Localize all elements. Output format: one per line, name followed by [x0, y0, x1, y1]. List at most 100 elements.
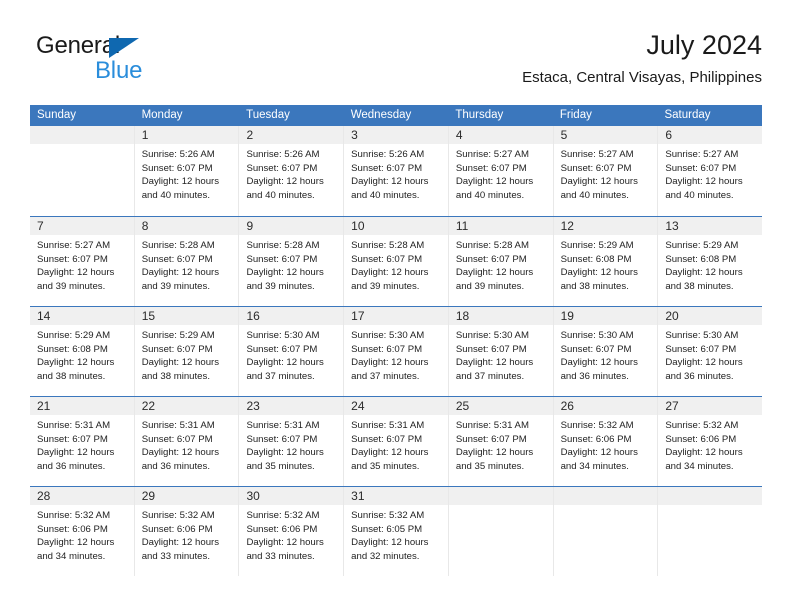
day-cell-30[interactable]: 30 Sunrise: 5:32 AM Sunset: 6:06 PM Dayligh… [238, 487, 344, 576]
day-cell-10[interactable]: 10 Sunrise: 5:28 AM Sunset: 6:07 PM Dayligh… [343, 217, 448, 306]
day-cell-8[interactable]: 8 Sunrise: 5:28 AM Sunset: 6:07 PM Daylight… [133, 217, 239, 306]
day-cell-6[interactable]: 6 Sunrise: 5:27 AM Sunset: 6:07 PM Daylight… [657, 126, 763, 216]
day-info-line: Sunrise: 5:32 AM [351, 510, 425, 521]
day-sun-info: Sunrise: 5:28 AM Sunset: 6:07 PM Daylight:… [135, 235, 239, 293]
day-sun-info: Sunrise: 5:28 AM Sunset: 6:07 PM Daylight:… [239, 235, 343, 293]
day-info-line: Daylight: 12 hours [560, 176, 638, 188]
general-blue-logo[interactable]: General Blue [36, 32, 216, 88]
day-cell-31[interactable]: 31 Sunrise: 5:32 AM Sunset: 6:05 PM Dayligh… [343, 487, 448, 576]
day-cell-20[interactable]: 20 Sunrise: 5:30 AM Sunset: 6:07 PM Dayligh… [657, 307, 763, 396]
day-info-line: Sunset: 6:05 PM [351, 523, 423, 535]
day-info-line: Sunrise: 5:27 AM [455, 149, 529, 160]
day-info-line: Daylight: 12 hours [665, 267, 743, 279]
day-number-band: 12 [553, 217, 658, 235]
day-number-band: 16 [239, 307, 344, 325]
calendar-page: General Blue July 2024 Estaca, Central V… [0, 0, 792, 612]
day-number: 4 [455, 128, 463, 142]
day-sun-info: Sunrise: 5:30 AM Sunset: 6:07 PM Daylight:… [658, 325, 762, 383]
day-cell-17[interactable]: 17 Sunrise: 5:30 AM Sunset: 6:07 PM Dayligh… [343, 307, 448, 396]
day-info-line: Sunset: 6:07 PM [455, 253, 527, 265]
day-cell-27[interactable]: 27 Sunrise: 5:32 AM Sunset: 6:06 PM Dayligh… [657, 397, 763, 486]
day-cell-23[interactable]: 23 Sunrise: 5:31 AM Sunset: 6:07 PM Dayligh… [238, 397, 344, 486]
day-cell-4[interactable]: 4 Sunrise: 5:27 AM Sunset: 6:07 PM Daylight… [447, 126, 553, 216]
day-cell-empty [657, 487, 763, 576]
day-info-line: Daylight: 12 hours [455, 447, 534, 459]
day-cell-26[interactable]: 26 Sunrise: 5:32 AM Sunset: 6:06 PM Dayligh… [552, 397, 658, 486]
day-sun-info: Sunrise: 5:31 AM Sunset: 6:07 PM Daylight:… [449, 415, 553, 473]
day-number: 22 [141, 399, 156, 413]
day-cell-1[interactable]: 1 Sunrise: 5:26 AM Sunset: 6:07 PM Daylight… [133, 126, 239, 216]
day-number-band: 17 [344, 307, 448, 325]
day-cell-2[interactable]: 2 Sunrise: 5:26 AM Sunset: 6:07 PM Daylight… [238, 126, 344, 216]
day-number-band: 2 [239, 126, 344, 144]
day-cell-13[interactable]: 13 Sunrise: 5:29 AM Sunset: 6:08 PM Dayligh… [657, 217, 763, 306]
day-number: 29 [141, 489, 156, 503]
day-info-line: and 39 minutes. [37, 280, 106, 292]
day-info-line: Daylight: 12 hours [246, 267, 324, 279]
day-number-band [30, 126, 134, 144]
page-header: General Blue July 2024 Estaca, Central V… [30, 28, 762, 90]
day-info-line: Sunset: 6:07 PM [351, 253, 423, 265]
day-sun-info: Sunrise: 5:26 AM Sunset: 6:07 PM Daylight:… [135, 144, 239, 202]
day-info-line: Daylight: 12 hours [141, 537, 220, 549]
day-info-line: Sunrise: 5:30 AM [351, 330, 425, 341]
day-sun-info: Sunrise: 5:30 AM Sunset: 6:07 PM Daylight:… [449, 325, 553, 383]
day-number-band [658, 487, 763, 505]
day-cell-15[interactable]: 15 Sunrise: 5:29 AM Sunset: 6:07 PM Dayligh… [133, 307, 239, 396]
day-number-band: 6 [658, 126, 763, 144]
day-cell-5[interactable]: 5 Sunrise: 5:27 AM Sunset: 6:07 PM Daylight… [552, 126, 658, 216]
day-cell-28[interactable]: 28 Sunrise: 5:32 AM Sunset: 6:06 PM Dayligh… [30, 487, 134, 576]
day-number: 6 [665, 128, 672, 142]
day-info-line: Sunrise: 5:26 AM [141, 149, 215, 160]
day-sun-info: Sunrise: 5:31 AM Sunset: 6:07 PM Daylight:… [30, 415, 134, 473]
day-info-line: and 35 minutes. [246, 460, 315, 472]
day-info-line: Sunrise: 5:31 AM [37, 420, 111, 431]
day-info-line: Sunrise: 5:30 AM [455, 330, 529, 341]
day-cell-25[interactable]: 25 Sunrise: 5:31 AM Sunset: 6:07 PM Dayligh… [447, 397, 553, 486]
day-cell-14[interactable]: 14 Sunrise: 5:29 AM Sunset: 6:08 PM Dayligh… [30, 307, 134, 396]
day-info-line: Daylight: 12 hours [351, 176, 429, 188]
day-cell-29[interactable]: 29 Sunrise: 5:32 AM Sunset: 6:06 PM Dayligh… [133, 487, 239, 576]
day-cell-19[interactable]: 19 Sunrise: 5:30 AM Sunset: 6:07 PM Dayligh… [552, 307, 658, 396]
day-info-line: Sunrise: 5:27 AM [37, 240, 111, 251]
day-info-line: and 38 minutes. [665, 280, 734, 292]
day-info-line: Sunset: 6:07 PM [560, 162, 632, 174]
day-cell-3[interactable]: 3 Sunrise: 5:26 AM Sunset: 6:07 PM Daylight… [343, 126, 448, 216]
day-info-line: Sunrise: 5:28 AM [455, 240, 529, 251]
day-number: 17 [351, 309, 365, 323]
day-info-line: Daylight: 12 hours [246, 176, 324, 188]
day-number: 3 [351, 128, 358, 142]
day-info-line: and 36 minutes. [37, 460, 106, 472]
day-cell-21[interactable]: 21 Sunrise: 5:31 AM Sunset: 6:07 PM Dayligh… [30, 397, 134, 486]
day-info-line: and 39 minutes. [141, 280, 210, 292]
day-number: 26 [560, 399, 574, 413]
day-info-line: and 40 minutes. [560, 189, 629, 201]
day-info-line: Daylight: 12 hours [141, 447, 220, 459]
day-info-line: Sunrise: 5:32 AM [560, 420, 634, 431]
day-cell-24[interactable]: 24 Sunrise: 5:31 AM Sunset: 6:07 PM Dayligh… [343, 397, 448, 486]
day-cell-22[interactable]: 22 Sunrise: 5:31 AM Sunset: 6:07 PM Dayligh… [133, 397, 239, 486]
day-info-line: Sunrise: 5:29 AM [141, 330, 215, 341]
day-cell-11[interactable]: 11 Sunrise: 5:28 AM Sunset: 6:07 PM Dayligh… [447, 217, 553, 306]
day-number-band: 22 [134, 397, 239, 415]
day-cell-9[interactable]: 9 Sunrise: 5:28 AM Sunset: 6:07 PM Daylight… [238, 217, 344, 306]
day-cell-16[interactable]: 16 Sunrise: 5:30 AM Sunset: 6:07 PM Dayligh… [238, 307, 344, 396]
day-number-band: 30 [239, 487, 344, 505]
day-number: 30 [246, 489, 260, 503]
day-cell-12[interactable]: 12 Sunrise: 5:29 AM Sunset: 6:08 PM Dayligh… [552, 217, 658, 306]
day-number: 14 [37, 309, 51, 323]
day-cell-7[interactable]: 7 Sunrise: 5:27 AM Sunset: 6:07 PM Daylight… [30, 217, 134, 306]
day-info-line: Daylight: 12 hours [141, 267, 220, 279]
day-info-line: and 33 minutes. [246, 550, 315, 562]
day-info-line: Sunset: 6:07 PM [351, 433, 423, 445]
day-info-line: Sunrise: 5:28 AM [351, 240, 425, 251]
day-cell-18[interactable]: 18 Sunrise: 5:30 AM Sunset: 6:07 PM Dayligh… [447, 307, 553, 396]
day-info-line: Sunrise: 5:31 AM [351, 420, 425, 431]
day-info-line: and 36 minutes. [141, 460, 210, 472]
day-info-line: Sunset: 6:07 PM [37, 253, 108, 265]
day-sun-info: Sunrise: 5:29 AM Sunset: 6:07 PM Daylight:… [135, 325, 239, 383]
day-number-band: 3 [344, 126, 448, 144]
day-number-band: 18 [448, 307, 553, 325]
day-info-line: Sunset: 6:07 PM [665, 162, 737, 174]
day-number: 18 [455, 309, 470, 323]
